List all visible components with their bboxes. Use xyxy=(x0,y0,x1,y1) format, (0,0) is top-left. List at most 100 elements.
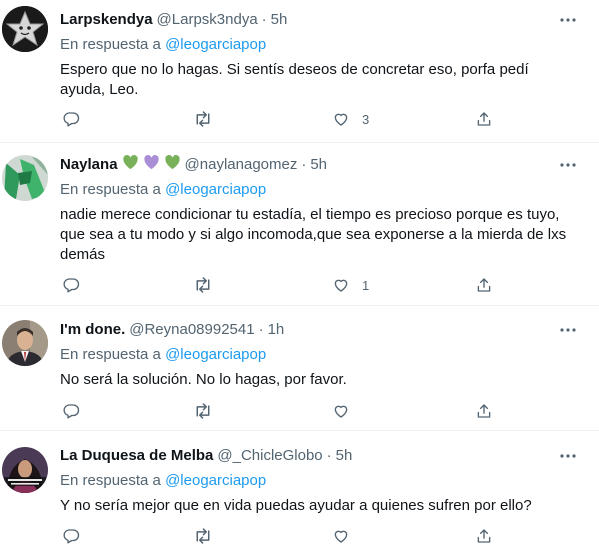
avatar[interactable] xyxy=(2,447,48,493)
separator-dot: · xyxy=(301,156,307,173)
heart-outline-icon xyxy=(334,113,348,126)
reply-prefix: En respuesta a xyxy=(60,36,161,53)
share-button[interactable] xyxy=(475,526,493,546)
woman-portrait-avatar-icon xyxy=(2,447,48,493)
display-name[interactable]: La Duquesa de Melba xyxy=(60,446,213,466)
display-name[interactable]: I'm done. xyxy=(60,320,125,340)
reply-bubble-icon xyxy=(63,278,80,293)
like-count: 1 xyxy=(362,277,370,293)
more-options-button[interactable] xyxy=(557,157,579,173)
heart-outline-icon xyxy=(334,405,348,418)
green-heart-emoji-icon xyxy=(164,154,181,176)
more-horizontal-icon xyxy=(560,18,576,22)
retweet-button[interactable] xyxy=(193,526,213,546)
reply-to-link[interactable]: @leogarciapop xyxy=(165,472,266,489)
tweet-text-line: nadie merece condicionar tu estadía, el … xyxy=(60,206,560,223)
share-upload-icon xyxy=(477,278,491,292)
avatar[interactable] xyxy=(2,155,48,201)
avatar[interactable] xyxy=(2,320,48,366)
user-handle[interactable]: @_ChicleGlobo xyxy=(217,446,322,466)
separator-dot: · xyxy=(258,321,264,338)
more-options-button[interactable] xyxy=(557,12,579,28)
reply-button[interactable] xyxy=(62,275,80,295)
reply-context: En respuesta a @leogarciapop xyxy=(60,35,587,55)
reply-to-link[interactable]: @leogarciapop xyxy=(165,346,266,363)
reply-context: En respuesta a @leogarciapop xyxy=(60,471,587,491)
tweet-text-line: Espero que no lo hagas. Si sentís deseos… xyxy=(60,61,529,78)
timestamp[interactable]: 5h xyxy=(336,446,353,466)
tweet-text-line: No será la solución. No lo hagas, por fa… xyxy=(60,371,347,388)
reply-button[interactable] xyxy=(62,109,80,129)
tweet-im-done[interactable]: I'm done. @Reyna08992541 · 1h En respues… xyxy=(0,306,599,431)
tweet-text-line: Y no sería mejor que en vida puedas ayud… xyxy=(60,497,532,514)
tweet-larpskendya[interactable]: Larpskendya @Larpsk3ndya · 5h En respues… xyxy=(0,0,599,143)
more-horizontal-icon xyxy=(560,328,576,332)
more-horizontal-icon xyxy=(560,163,576,167)
timestamp[interactable]: 5h xyxy=(310,155,327,175)
reply-to-link[interactable]: @leogarciapop xyxy=(165,181,266,198)
retweet-icon xyxy=(196,403,210,419)
reply-to-link[interactable]: @leogarciapop xyxy=(165,36,266,53)
tweet-text-line: demás xyxy=(60,246,106,263)
user-handle[interactable]: @Larpsk3ndya xyxy=(157,10,258,30)
retweet-button[interactable] xyxy=(193,109,213,129)
reply-button[interactable] xyxy=(62,526,80,546)
retweet-button[interactable] xyxy=(193,401,213,421)
more-horizontal-icon xyxy=(560,454,576,458)
user-handle[interactable]: @naylanagomez xyxy=(185,155,298,175)
like-button[interactable] xyxy=(332,526,350,546)
reply-bubble-icon xyxy=(63,529,80,544)
purple-heart-emoji-icon xyxy=(143,154,160,176)
like-button[interactable]: 3 xyxy=(332,109,369,129)
heart-outline-icon xyxy=(334,530,348,543)
reply-button[interactable] xyxy=(62,401,80,421)
tweet-text-line: ayuda, Leo. xyxy=(60,81,139,98)
user-handle[interactable]: @Reyna08992541 xyxy=(129,320,254,340)
tweet-actions xyxy=(60,526,500,546)
share-upload-icon xyxy=(477,112,491,126)
reply-prefix: En respuesta a xyxy=(60,472,161,489)
separator-dot: · xyxy=(261,11,267,28)
tweet-header: La Duquesa de Melba @_ChicleGlobo · 5h xyxy=(60,446,587,466)
share-button[interactable] xyxy=(475,275,493,295)
reply-prefix: En respuesta a xyxy=(60,181,161,198)
tweet-la-duquesa-de-melba[interactable]: La Duquesa de Melba @_ChicleGlobo · 5h E… xyxy=(0,431,599,553)
green-scarf-avatar-icon xyxy=(2,155,48,201)
tweet-actions xyxy=(60,401,500,421)
share-upload-icon xyxy=(477,404,491,418)
reply-bubble-icon xyxy=(63,404,80,419)
star-avatar-icon xyxy=(2,6,48,52)
tweet-text: nadie merece condicionar tu estadía, el … xyxy=(60,205,587,265)
tweet-header: I'm done. @Reyna08992541 · 1h xyxy=(60,320,587,340)
avatar[interactable] xyxy=(2,6,48,52)
tweet-naylana[interactable]: Naylana @naylanagomez · 5h En respuesta … xyxy=(0,143,599,306)
tweet-text: No será la solución. No lo hagas, por fa… xyxy=(60,370,587,390)
tweet-text-line: que sea a tu modo y si algo incomoda,que… xyxy=(60,226,567,243)
display-name[interactable]: Naylana xyxy=(60,155,118,175)
timestamp[interactable]: 1h xyxy=(268,320,285,340)
like-button[interactable] xyxy=(332,401,350,421)
tweet-text: Espero que no lo hagas. Si sentís deseos… xyxy=(60,60,587,100)
reply-context: En respuesta a @leogarciapop xyxy=(60,345,587,365)
display-name[interactable]: Larpskendya xyxy=(60,10,153,30)
retweet-button[interactable] xyxy=(193,275,213,295)
share-button[interactable] xyxy=(475,109,493,129)
retweet-icon xyxy=(196,528,210,544)
tweet-text: Y no sería mejor que en vida puedas ayud… xyxy=(60,496,587,516)
share-button[interactable] xyxy=(475,401,493,421)
more-options-button[interactable] xyxy=(557,322,579,338)
heart-outline-icon xyxy=(334,279,348,292)
tweet-header: Larpskendya @Larpsk3ndya · 5h xyxy=(60,10,587,30)
tweet-actions: 3 xyxy=(60,109,500,129)
reply-bubble-icon xyxy=(63,112,80,127)
more-options-button[interactable] xyxy=(557,448,579,464)
tweet-actions: 1 xyxy=(60,275,500,295)
like-button[interactable]: 1 xyxy=(332,275,369,295)
retweet-icon xyxy=(196,277,210,293)
retweet-icon xyxy=(196,111,210,127)
tweet-header: Naylana @naylanagomez · 5h xyxy=(60,154,587,176)
reply-context: En respuesta a @leogarciapop xyxy=(60,180,587,200)
share-upload-icon xyxy=(477,529,491,543)
like-count: 3 xyxy=(362,111,370,127)
timestamp[interactable]: 5h xyxy=(271,10,288,30)
